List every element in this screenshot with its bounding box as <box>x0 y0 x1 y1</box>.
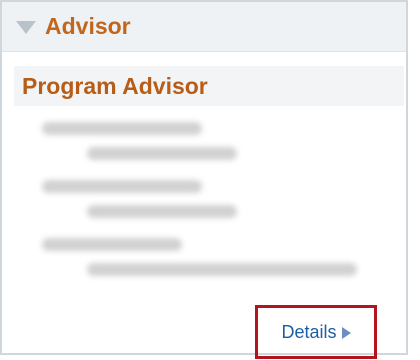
panel-title: Advisor <box>45 13 131 39</box>
redacted-advisor-name <box>42 122 202 135</box>
advisor-entry <box>42 122 382 160</box>
redacted-advisor-name <box>42 238 182 251</box>
advisor-entry <box>42 180 382 218</box>
details-link[interactable]: Details <box>255 305 377 359</box>
redacted-advisor-name <box>42 180 202 193</box>
triangle-down-icon[interactable] <box>16 21 36 34</box>
redacted-advisor-contact <box>87 205 237 218</box>
arrow-right-icon <box>341 327 351 339</box>
advisor-entry <box>42 238 382 276</box>
section-header: Program Advisor <box>14 66 404 106</box>
details-label: Details <box>281 321 337 342</box>
redacted-advisor-contact <box>87 147 237 160</box>
section-title: Program Advisor <box>22 72 208 99</box>
panel-header[interactable]: Advisor <box>2 2 406 52</box>
redacted-advisor-contact <box>87 263 357 276</box>
advisor-panel: Advisor Program Advisor Details <box>0 0 408 359</box>
